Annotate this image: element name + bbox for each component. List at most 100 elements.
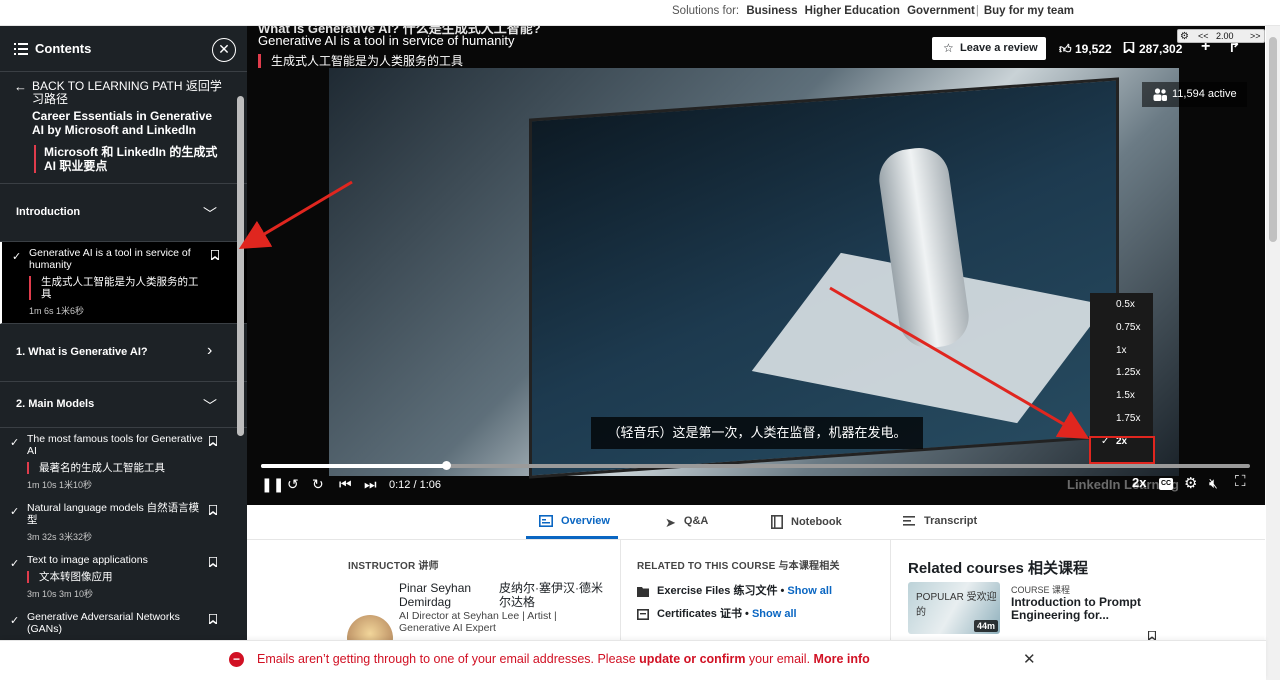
- update-email-link[interactable]: update or confirm: [639, 652, 745, 666]
- email-alert-banner: − Emails aren’t getting through to one o…: [0, 640, 1266, 680]
- bookmark-icon[interactable]: [209, 436, 217, 446]
- section-main-models[interactable]: 2. Main Models ﹀: [0, 382, 247, 428]
- captions-button[interactable]: CC: [1159, 478, 1173, 490]
- course-title[interactable]: Introduction to Prompt Engineering for..…: [1011, 596, 1171, 622]
- speed-option[interactable]: 0.75x: [1090, 317, 1153, 339]
- instructor-name[interactable]: Pinar Seyhan Demirdag: [399, 581, 494, 609]
- section-introduction[interactable]: Introduction ﹀: [0, 184, 247, 242]
- progress-handle[interactable]: [441, 461, 451, 470]
- tab-transcript[interactable]: Transcript: [902, 515, 977, 527]
- list-icon: [14, 43, 28, 55]
- page-scrollbar[interactable]: [1266, 26, 1280, 680]
- list-item-active[interactable]: ✓ Generative AI is a tool in service of …: [0, 242, 247, 324]
- gear-icon[interactable]: ⚙: [1180, 31, 1189, 43]
- learning-path-title-zh: Microsoft 和 LinkedIn 的生成式 AI 职业要点: [34, 145, 225, 173]
- progress-bar[interactable]: [261, 461, 1250, 470]
- settings-gear-icon[interactable]: ⚙: [1184, 474, 1197, 492]
- item-title: Generative AI is a tool in service of hu…: [29, 247, 191, 271]
- solutions-nav: Solutions for: Business Higher Education…: [672, 5, 1074, 17]
- tab-label: Transcript: [924, 515, 978, 527]
- speed-button[interactable]: 2x: [1132, 475, 1146, 490]
- list-item[interactable]: ✓ Natural language models 自然语言模型 3m 32s …: [0, 497, 247, 549]
- list-item[interactable]: ✓ Text to image applications 文本转图像应用 3m …: [0, 549, 247, 606]
- item-title: Natural language models 自然语言模型: [27, 502, 200, 526]
- bookmark-icon[interactable]: [211, 250, 219, 260]
- next-icon[interactable]: ⏭︎: [364, 476, 377, 493]
- speed-option[interactable]: 1.75x: [1090, 408, 1153, 430]
- transcript-icon: [903, 516, 915, 526]
- error-icon: −: [229, 652, 244, 667]
- leave-review-button[interactable]: ☆ Leave a review: [932, 37, 1046, 60]
- fullscreen-icon[interactable]: ⛶: [1235, 473, 1246, 490]
- page-scrollbar-thumb[interactable]: [1269, 37, 1277, 242]
- link-business[interactable]: Business: [746, 5, 797, 17]
- bookmark-icon[interactable]: [1148, 631, 1156, 640]
- tab-qa[interactable]: ➤ Q&A: [665, 515, 708, 530]
- exercise-files-label: Exercise Files 练习文件: [657, 585, 778, 597]
- speed-increase-button[interactable]: >>: [1250, 30, 1261, 42]
- content-tabs: Overview ➤ Q&A Notebook Transcript: [247, 505, 1265, 540]
- bookmark-icon[interactable]: [209, 505, 217, 515]
- tab-label: Notebook: [791, 515, 842, 528]
- section-title: Introduction: [16, 206, 81, 218]
- section-what-is-gen-ai[interactable]: 1. What is Generative AI? ›: [0, 324, 247, 382]
- alert-text: Emails aren’t getting through to one of …: [257, 652, 640, 666]
- course-thumbnail[interactable]: POPULAR 受欢迎的 44m: [908, 582, 1000, 634]
- saves-count: 287,302: [1139, 42, 1183, 56]
- speed-option[interactable]: 1.25x: [1090, 362, 1153, 384]
- exercise-files-row: Exercise Files 练习文件 • Show all: [637, 582, 832, 598]
- bookmark-icon[interactable]: [209, 614, 217, 624]
- forward-10-icon[interactable]: ↻: [312, 476, 324, 493]
- mute-icon[interactable]: 🔇︎: [1209, 475, 1218, 492]
- close-alert-button[interactable]: ✕: [1023, 650, 1036, 668]
- speed-decrease-button[interactable]: <<: [1198, 30, 1209, 42]
- section-title: 1. What is Generative AI?: [16, 346, 148, 358]
- certificates-show-all-link[interactable]: Show all: [752, 608, 797, 620]
- speed-option-label: 0.75x: [1116, 321, 1141, 333]
- item-duration: 1m 10s 1米10秒: [27, 480, 93, 490]
- course-duration: 44m: [973, 620, 998, 632]
- chevron-down-icon: ﹀: [203, 398, 217, 414]
- close-contents-button[interactable]: ✕: [212, 38, 236, 62]
- tab-overview[interactable]: Overview: [539, 515, 610, 528]
- previous-icon[interactable]: ⏮︎: [339, 476, 352, 493]
- speed-option-label: 1x: [1116, 344, 1127, 356]
- back-to-path[interactable]: ← BACK TO LEARNING PATH 返回学习路径 Career Es…: [0, 72, 247, 184]
- video-player[interactable]: What is Generative AI? 什么是生成式人工智能? Gener…: [247, 26, 1265, 505]
- back-label[interactable]: BACK TO LEARNING PATH 返回学习路径: [32, 80, 225, 106]
- saves-stat[interactable]: 287,302: [1123, 42, 1182, 56]
- learning-path-title: Career Essentials in Generative AI by Mi…: [32, 109, 213, 137]
- tab-notebook[interactable]: Notebook: [771, 515, 842, 529]
- item-duration: 3m 32s 3米32秒: [27, 532, 93, 542]
- speed-option[interactable]: 0.5x: [1090, 294, 1153, 316]
- alert-text: your email.: [745, 652, 814, 666]
- speed-option[interactable]: 1x: [1090, 340, 1153, 362]
- item-title: Generative Adversarial Networks (GANs): [27, 611, 180, 635]
- list-item[interactable]: ✓ The most famous tools for Generative A…: [0, 428, 247, 497]
- instructor-panel: INSTRUCTOR 讲师 Pinar Seyhan Demirdag 皮纳尔·…: [247, 540, 620, 661]
- speed-option[interactable]: 1.5x: [1090, 385, 1153, 407]
- bookmark-icon[interactable]: [209, 557, 217, 567]
- likes-count: 19,522: [1075, 42, 1112, 56]
- instructor-name-zh: 皮纳尔·塞伊汉·德米尔达格: [499, 581, 603, 609]
- more-info-link[interactable]: More info: [814, 652, 870, 666]
- pause-icon[interactable]: ❚❚: [261, 476, 284, 493]
- video-title: Generative AI is a tool in service of hu…: [258, 33, 515, 48]
- likes-stat[interactable]: 👍︎ 19,522: [1059, 42, 1112, 57]
- sidebar-scrollbar[interactable]: [237, 96, 244, 436]
- check-icon: ✓: [10, 615, 20, 627]
- chevron-down-icon: ﹀: [203, 206, 217, 222]
- link-higher-education[interactable]: Higher Education: [805, 5, 900, 17]
- chevron-right-icon: ›: [207, 342, 213, 359]
- related-label: RELATED TO THIS COURSE 与本课程相关: [637, 561, 840, 572]
- certificates-label: Certificates 证书: [657, 608, 742, 620]
- list-item[interactable]: ✓ Generative Adversarial Networks (GANs): [0, 606, 247, 641]
- tab-label: Overview: [561, 515, 610, 527]
- rewind-10-icon[interactable]: ↺: [287, 476, 299, 493]
- link-buy-for-my-team[interactable]: Buy for my team: [984, 5, 1074, 17]
- link-government[interactable]: Government: [907, 5, 975, 17]
- speed-extension-widget[interactable]: ⚙ << 2.00 >>: [1177, 29, 1265, 43]
- exercise-files-show-all-link[interactable]: Show all: [787, 585, 832, 597]
- divider: |: [975, 5, 979, 17]
- contents-title: Contents: [35, 41, 92, 56]
